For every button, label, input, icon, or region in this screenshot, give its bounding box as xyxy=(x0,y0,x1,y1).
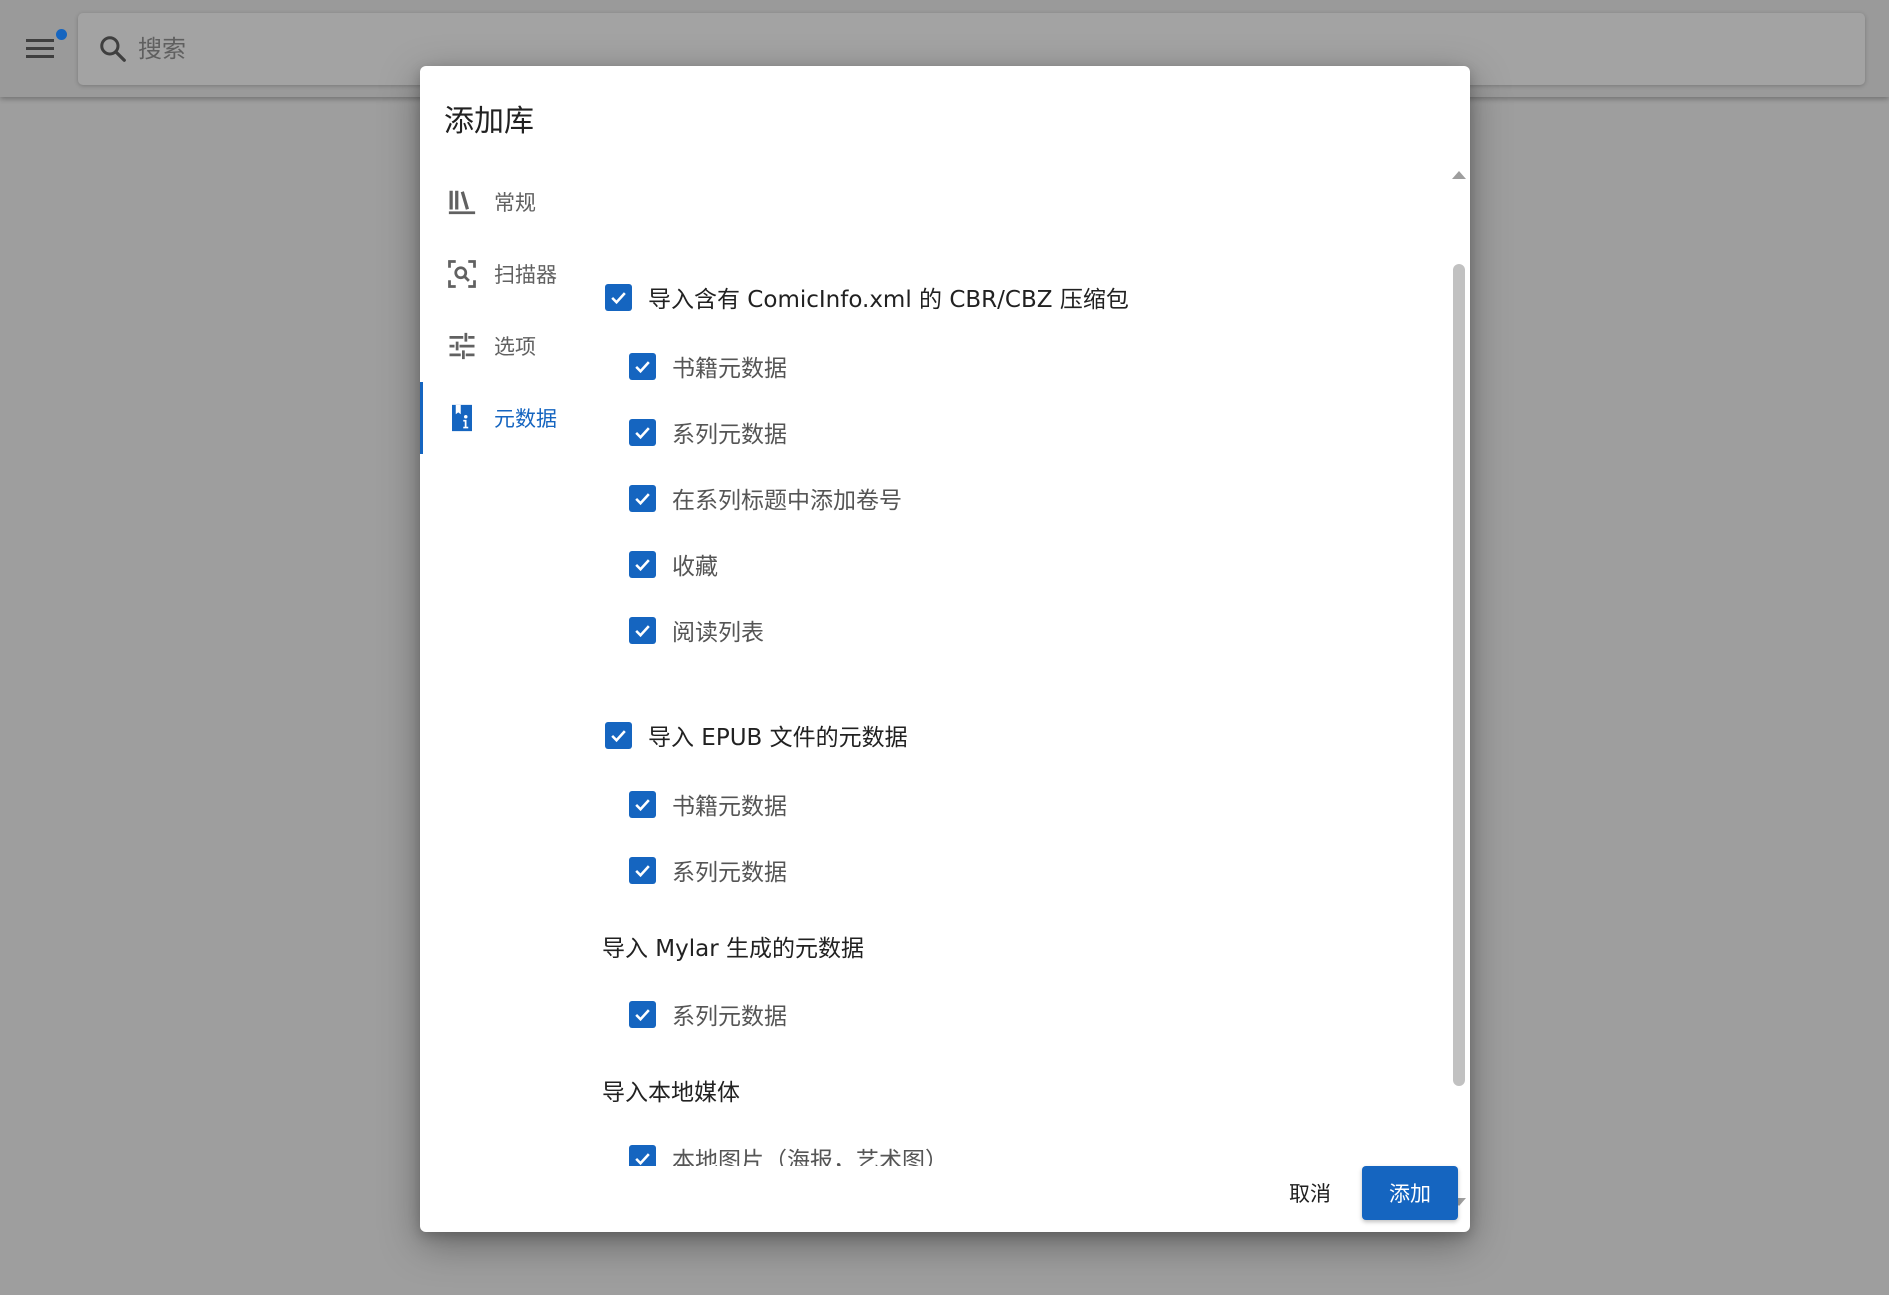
nav-label: 选项 xyxy=(494,335,536,359)
checkbox-checked-icon xyxy=(629,790,656,818)
content-scrollbar[interactable] xyxy=(1450,171,1468,1206)
checkbox-label: 系列元数据 xyxy=(672,860,787,886)
checkbox-checked-icon xyxy=(629,352,656,380)
dialog-nav: 常规 扫描器 选项 元数据 xyxy=(420,166,580,454)
comicinfo-book-metadata-checkbox[interactable]: 书籍元数据 xyxy=(629,349,787,383)
nav-item-scanner[interactable]: 扫描器 xyxy=(420,238,580,310)
checkbox-checked-icon xyxy=(629,1000,656,1028)
search-icon xyxy=(100,36,126,62)
checkbox-checked-icon xyxy=(605,721,632,749)
checkbox-label: 系列元数据 xyxy=(672,422,787,448)
mylar-section-heading: 导入 Mylar 生成的元数据 xyxy=(602,936,865,962)
nav-item-options[interactable]: 选项 xyxy=(420,310,580,382)
comicinfo-import-checkbox[interactable]: 导入含有 ComicInfo.xml 的 CBR/CBZ 压缩包 xyxy=(605,280,1129,314)
notification-dot xyxy=(56,29,67,40)
scroll-up-arrow-icon[interactable] xyxy=(1452,171,1466,179)
checkbox-label: 书籍元数据 xyxy=(672,794,787,820)
checkbox-label: 本地图片（海报，艺术图） xyxy=(672,1148,948,1166)
nav-label: 扫描器 xyxy=(494,263,557,287)
checkbox-label: 系列元数据 xyxy=(672,1004,787,1030)
bookshelf-icon xyxy=(446,186,478,218)
checkbox-checked-icon xyxy=(605,283,632,311)
hamburger-menu-button[interactable] xyxy=(22,29,67,63)
nav-label: 常规 xyxy=(494,191,536,215)
scan-icon xyxy=(446,258,478,290)
comicinfo-series-metadata-checkbox[interactable]: 系列元数据 xyxy=(629,415,787,449)
book-info-icon xyxy=(446,402,478,434)
checkbox-checked-icon xyxy=(629,616,656,644)
nav-item-metadata[interactable]: 元数据 xyxy=(420,382,580,454)
search-input[interactable] xyxy=(138,27,1738,71)
menu-icon xyxy=(26,39,54,42)
checkbox-label: 在系列标题中添加卷号 xyxy=(672,488,902,514)
comicinfo-readlists-checkbox[interactable]: 阅读列表 xyxy=(629,613,764,647)
scrollbar-thumb[interactable] xyxy=(1453,264,1465,1086)
epub-book-metadata-checkbox[interactable]: 书籍元数据 xyxy=(629,787,787,821)
comicinfo-collections-checkbox[interactable]: 收藏 xyxy=(629,547,718,581)
nav-label: 元数据 xyxy=(494,407,557,431)
epub-series-metadata-checkbox[interactable]: 系列元数据 xyxy=(629,853,787,887)
checkbox-label: 收藏 xyxy=(672,554,718,580)
add-button[interactable]: 添加 xyxy=(1362,1166,1458,1220)
nav-item-general[interactable]: 常规 xyxy=(420,166,580,238)
tune-sliders-icon xyxy=(446,330,478,362)
dialog-title: 添加库 xyxy=(444,104,534,139)
checkbox-label: 导入 EPUB 文件的元数据 xyxy=(648,725,908,751)
menu-icon-bar xyxy=(26,55,54,58)
mylar-series-metadata-checkbox[interactable]: 系列元数据 xyxy=(629,997,787,1031)
epub-import-checkbox[interactable]: 导入 EPUB 文件的元数据 xyxy=(605,718,908,752)
checkbox-checked-icon xyxy=(629,550,656,578)
add-library-dialog: 添加库 常规 扫描器 选项 元数据 导入含有 ComicInfo.xml 的 C… xyxy=(420,66,1470,1232)
checkbox-label: 书籍元数据 xyxy=(672,356,787,382)
checkbox-checked-icon xyxy=(629,1144,656,1166)
cancel-button[interactable]: 取消 xyxy=(1264,1166,1356,1220)
menu-icon-bar xyxy=(26,47,54,50)
checkbox-checked-icon xyxy=(629,418,656,446)
local-artwork-checkbox[interactable]: 本地图片（海报，艺术图） xyxy=(629,1141,948,1166)
checkbox-label: 阅读列表 xyxy=(672,620,764,646)
local-media-section-heading: 导入本地媒体 xyxy=(602,1080,740,1106)
checkbox-label: 导入含有 ComicInfo.xml 的 CBR/CBZ 压缩包 xyxy=(648,287,1129,313)
checkbox-checked-icon xyxy=(629,856,656,884)
comicinfo-append-volume-checkbox[interactable]: 在系列标题中添加卷号 xyxy=(629,481,902,515)
metadata-settings: 导入含有 ComicInfo.xml 的 CBR/CBZ 压缩包 书籍元数据 系… xyxy=(580,166,1440,1166)
checkbox-checked-icon xyxy=(629,484,656,512)
